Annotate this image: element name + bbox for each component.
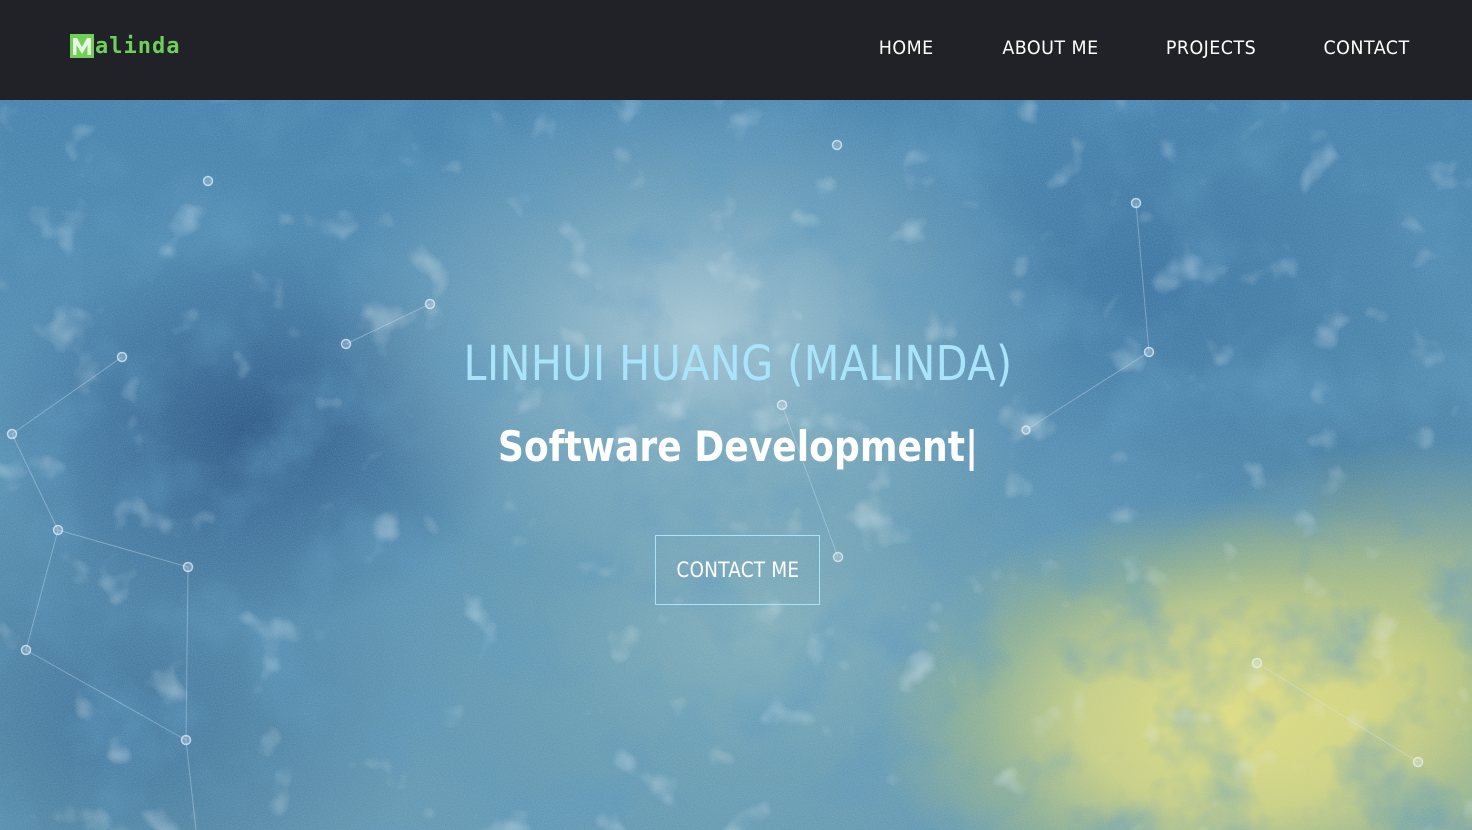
nav-projects[interactable]: PROJECTS — [1166, 37, 1256, 59]
hero-title: LINHUI HUANG (MALINDA) — [463, 336, 1013, 392]
hero-content: LINHUI HUANG (MALINDA) Software Developm… — [0, 100, 1472, 830]
nav-contact[interactable]: CONTACT — [1324, 37, 1410, 59]
page: alinda HOME ABOUT ME PROJECTS CONTACT LI… — [0, 0, 1472, 830]
navbar: alinda HOME ABOUT ME PROJECTS CONTACT — [0, 0, 1472, 100]
nav-home[interactable]: HOME — [879, 37, 934, 59]
nav-about-me[interactable]: ABOUT ME — [1002, 37, 1098, 59]
main-nav: HOME ABOUT ME PROJECTS CONTACT — [814, 0, 1410, 96]
logo-mark-icon — [70, 34, 94, 58]
contact-me-label: CONTACT ME — [676, 558, 799, 582]
logo-text: alinda — [95, 34, 181, 59]
contact-me-button[interactable]: CONTACT ME — [655, 535, 820, 605]
logo[interactable]: alinda — [70, 33, 180, 59]
hero-subtitle: Software Development| — [497, 422, 979, 471]
hero-section: LINHUI HUANG (MALINDA) Software Developm… — [0, 100, 1472, 830]
